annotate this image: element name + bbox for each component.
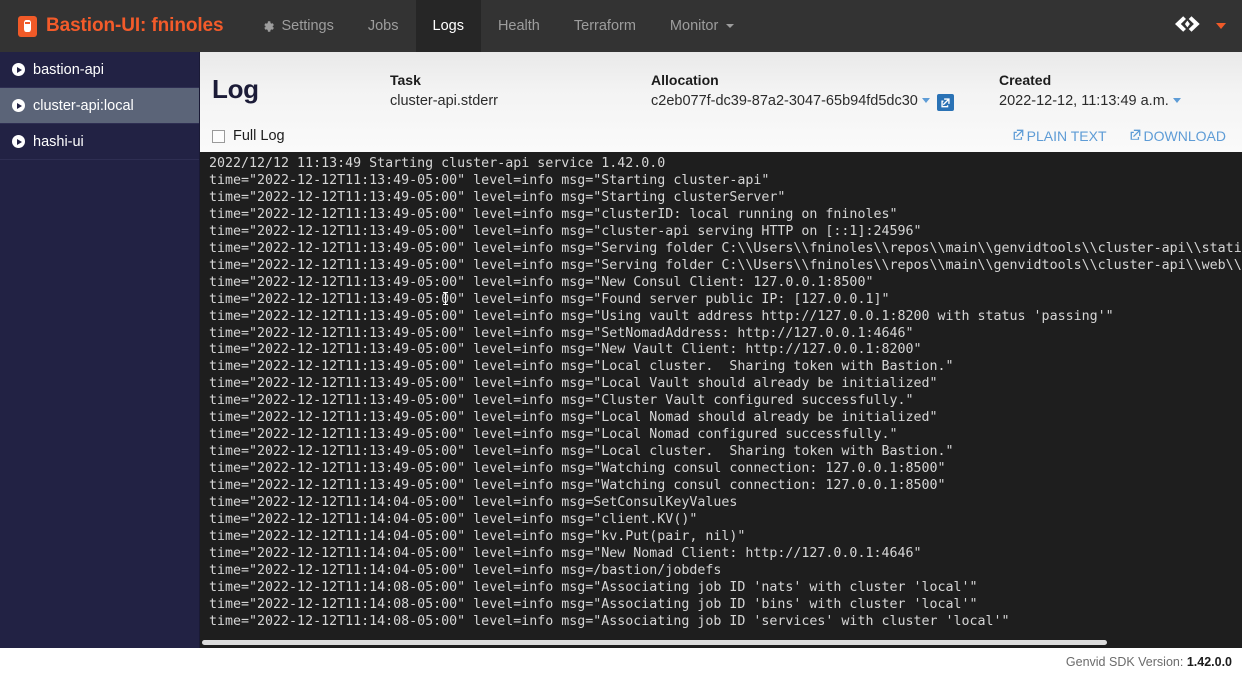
sidebar: bastion-api cluster-api:local hashi-ui	[0, 52, 200, 648]
app-shell: bastion-api cluster-api:local hashi-ui L…	[0, 52, 1242, 648]
gear-icon	[262, 20, 275, 33]
text-cursor-icon	[443, 292, 448, 305]
sidebar-item-label: bastion-api	[33, 61, 104, 78]
task-label: Task	[390, 72, 421, 88]
caret-down-icon[interactable]	[921, 98, 930, 103]
allocation-meta: Allocation c2eb077f-dc39-87a2-3047-65b94…	[651, 60, 999, 112]
external-link-icon	[1012, 128, 1025, 144]
allocation-value[interactable]: c2eb077f-dc39-87a2-3047-65b94fd5dc30	[651, 93, 918, 109]
log-header: Log Task cluster-api.stderr Allocation c…	[200, 52, 1242, 152]
sidebar-item-bastion-api[interactable]: bastion-api	[0, 52, 199, 88]
log-output-text: 2022/12/12 11:13:49 Starting cluster-api…	[209, 156, 1242, 629]
nav-item-logs-label: Logs	[432, 18, 464, 34]
nav-links: Settings Jobs Logs Health Terraform Moni…	[245, 0, 751, 52]
chevron-down-icon	[726, 24, 735, 28]
play-circle-icon	[12, 99, 25, 112]
sidebar-item-cluster-api-local[interactable]: cluster-api:local	[0, 88, 199, 124]
nav-right-group	[1174, 0, 1242, 52]
plain-text-button[interactable]: PLAIN TEXT	[1012, 128, 1107, 144]
task-value: cluster-api.stderr	[390, 93, 498, 109]
main-content: Log Task cluster-api.stderr Allocation c…	[200, 52, 1242, 648]
created-label: Created	[999, 72, 1052, 88]
nav-item-jobs[interactable]: Jobs	[351, 0, 416, 52]
footer: Genvid SDK Version: 1.42.0.0	[0, 648, 1242, 676]
caret-down-icon[interactable]	[1172, 98, 1181, 103]
footer-version-label: Genvid SDK Version:	[1065, 655, 1184, 669]
log-actions: PLAIN TEXT DOWNLOAD	[1012, 128, 1226, 144]
nav-item-settings[interactable]: Settings	[245, 0, 350, 52]
nav-item-terraform-label: Terraform	[573, 18, 636, 34]
created-value[interactable]: 2022-12-12, 11:13:49 a.m.	[999, 93, 1169, 109]
full-log-label[interactable]: Full Log	[233, 128, 285, 144]
scrollbar-thumb[interactable]	[202, 640, 1107, 645]
download-label: DOWNLOAD	[1143, 128, 1226, 144]
nav-item-monitor[interactable]: Monitor	[653, 0, 751, 52]
external-link-icon[interactable]	[936, 94, 954, 111]
sidebar-item-hashi-ui[interactable]: hashi-ui	[0, 124, 199, 160]
nav-item-jobs-label: Jobs	[367, 18, 399, 34]
log-horizontal-scrollbar[interactable]	[200, 636, 1242, 648]
nav-item-health-label: Health	[497, 18, 540, 34]
nav-item-health[interactable]: Health	[481, 0, 557, 52]
page-title: Log	[212, 74, 259, 104]
play-circle-icon	[12, 135, 25, 148]
sidebar-item-label: hashi-ui	[33, 133, 84, 150]
nav-item-terraform[interactable]: Terraform	[557, 0, 653, 52]
log-meta-row: Log Task cluster-api.stderr Allocation c…	[212, 60, 1226, 112]
top-navbar: Bastion-UI: fninoles Settings Jobs Logs …	[0, 0, 1242, 52]
created-value-row: 2022-12-12, 11:13:49 a.m.	[999, 90, 1226, 112]
external-link-icon	[1129, 128, 1142, 144]
log-output-panel[interactable]: 2022/12/12 11:13:49 Starting cluster-api…	[200, 152, 1242, 648]
allocation-label: Allocation	[651, 72, 719, 88]
download-button[interactable]: DOWNLOAD	[1129, 128, 1226, 144]
database-icon	[18, 15, 37, 37]
full-log-checkbox[interactable]	[212, 129, 225, 143]
footer-version-value: 1.42.0.0	[1186, 655, 1232, 669]
nav-item-logs[interactable]: Logs	[415, 0, 481, 52]
brand-label: Bastion-UI: fninoles	[46, 15, 224, 36]
nav-item-monitor-label: Monitor	[669, 18, 719, 34]
allocation-value-row: c2eb077f-dc39-87a2-3047-65b94fd5dc30	[651, 90, 999, 112]
plain-text-label: PLAIN TEXT	[1026, 128, 1107, 144]
play-circle-icon	[12, 63, 25, 76]
full-log-control[interactable]: Full Log	[212, 128, 285, 144]
brand-link[interactable]: Bastion-UI: fninoles	[0, 0, 245, 52]
footer-version-text: Genvid SDK Version: 1.42.0.0	[1066, 655, 1232, 669]
task-meta: Task cluster-api.stderr	[390, 60, 651, 112]
nav-item-settings-label: Settings	[281, 18, 334, 34]
sidebar-item-label: cluster-api:local	[33, 97, 134, 114]
caret-down-icon[interactable]	[1216, 23, 1226, 29]
genvid-logo-icon[interactable]	[1174, 15, 1212, 38]
created-meta: Created 2022-12-12, 11:13:49 a.m.	[999, 60, 1226, 112]
